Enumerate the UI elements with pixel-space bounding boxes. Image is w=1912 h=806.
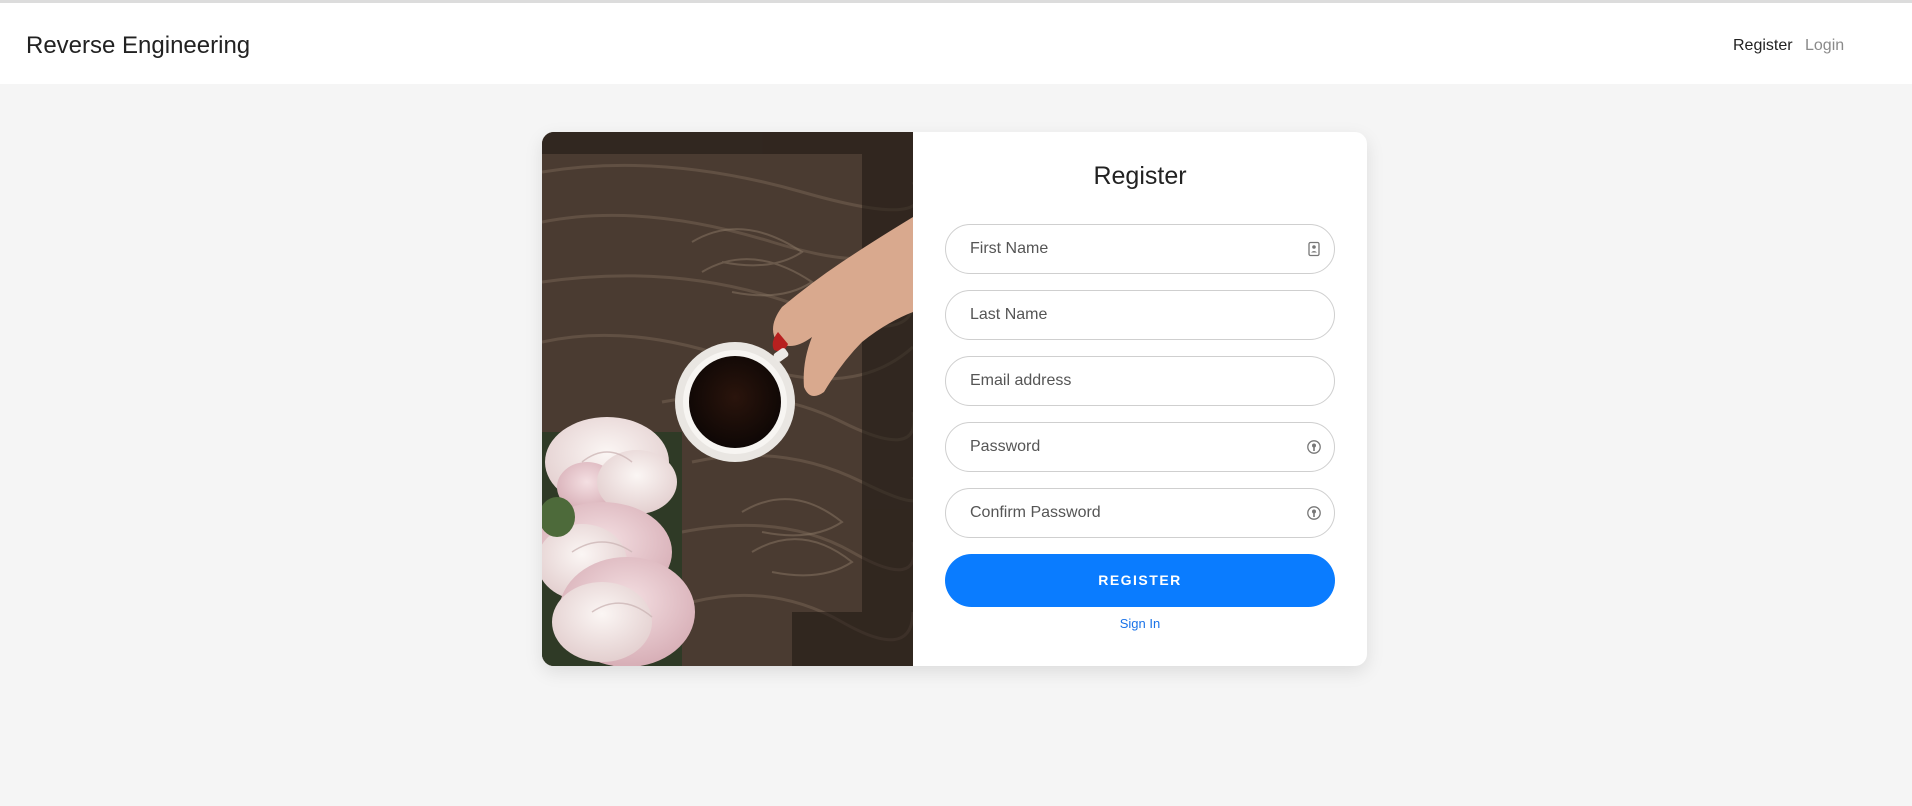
confirm-password-field — [945, 488, 1335, 538]
key-icon[interactable] — [1306, 439, 1322, 455]
email-field — [945, 356, 1335, 406]
coffee-flowers-photo — [542, 132, 913, 666]
sign-in-link[interactable]: Sign In — [913, 616, 1367, 631]
register-card: Register First Name Last Name Email addr… — [542, 132, 1367, 666]
last-name-input[interactable] — [970, 291, 1290, 339]
first-name-field — [945, 224, 1335, 274]
nav-register-link[interactable]: Register — [1733, 37, 1793, 55]
register-form: Register First Name Last Name Email addr… — [913, 132, 1367, 666]
brand-link[interactable]: Reverse Engineering — [26, 32, 250, 60]
password-field — [945, 422, 1335, 472]
contact-card-icon[interactable] — [1306, 241, 1322, 257]
register-button[interactable]: REGISTER — [945, 554, 1335, 607]
form-title: Register — [1093, 162, 1187, 190]
nav-login-link[interactable]: Login — [1805, 37, 1844, 55]
last-name-field — [945, 290, 1335, 340]
email-input[interactable] — [970, 357, 1290, 405]
key-icon[interactable] — [1306, 505, 1322, 521]
confirm-password-input[interactable] — [970, 489, 1290, 537]
password-input[interactable] — [970, 423, 1290, 471]
navbar: Reverse Engineering Register Login — [0, 3, 1912, 84]
first-name-input[interactable] — [970, 225, 1290, 273]
